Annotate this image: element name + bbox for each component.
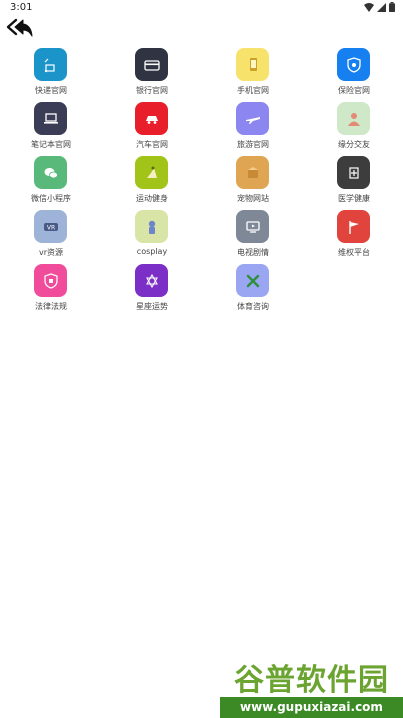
card-icon — [135, 48, 168, 81]
law-icon — [34, 264, 67, 297]
category-item[interactable]: 星座运势 — [118, 261, 186, 321]
category-item[interactable]: cosplay — [118, 207, 186, 267]
grid-row: 法律法规 星座运势 体育咨询 — [0, 261, 403, 321]
flag-icon — [337, 210, 370, 243]
category-label: 宠物网站 — [237, 194, 269, 203]
category-item[interactable]: 医学健康 — [320, 153, 388, 213]
svg-text:VR: VR — [46, 224, 54, 231]
category-item[interactable]: VR vr资源 — [17, 207, 85, 267]
category-label: 运动健身 — [136, 194, 168, 203]
watermark-logo-text: 谷普软件园 — [220, 655, 403, 698]
vr-icon: VR — [34, 210, 67, 243]
category-item[interactable]: 汽车官网 — [118, 99, 186, 159]
plane-icon — [236, 102, 269, 135]
category-item[interactable]: 银行官网 — [118, 45, 186, 105]
watermark: 谷普软件园 www.gupuxiazai.com — [220, 655, 403, 718]
category-item[interactable]: 宠物网站 — [219, 153, 287, 213]
category-label: 法律法规 — [35, 302, 67, 311]
watermark-url: www.gupuxiazai.com — [220, 697, 403, 718]
grid-row: 笔记本官网 汽车官网 旅游官网 缘分交友 — [0, 99, 403, 159]
category-item[interactable]: 微信小程序 — [17, 153, 85, 213]
status-icons — [364, 2, 395, 12]
car-icon — [135, 102, 168, 135]
category-label: 星座运势 — [136, 302, 168, 311]
category-label: 维权平台 — [338, 248, 370, 257]
category-label: 汽车官网 — [136, 140, 168, 149]
category-item[interactable]: 体育咨询 — [219, 261, 287, 321]
wechat-icon — [34, 156, 67, 189]
category-label: 银行官网 — [136, 86, 168, 95]
category-label: 缘分交友 — [338, 140, 370, 149]
category-item[interactable]: 电视剧情 — [219, 207, 287, 267]
category-item[interactable]: 缘分交友 — [320, 99, 388, 159]
delivery-icon — [34, 48, 67, 81]
category-label: 笔记本官网 — [31, 140, 71, 149]
category-label: 旅游官网 — [237, 140, 269, 149]
category-label: 手机官网 — [237, 86, 269, 95]
category-item[interactable]: 法律法规 — [17, 261, 85, 321]
status-bar: 3:01 — [0, 0, 403, 16]
category-label: 微信小程序 — [31, 194, 71, 203]
category-item[interactable]: 维权平台 — [320, 207, 388, 267]
grid-row: VR vr资源 cosplay 电视剧情 维权平台 — [0, 207, 403, 267]
category-item[interactable]: 旅游官网 — [219, 99, 287, 159]
pet-icon — [236, 156, 269, 189]
category-label: 保险官网 — [338, 86, 370, 95]
category-label: 医学健康 — [338, 194, 370, 203]
category-item[interactable]: 笔记本官网 — [17, 99, 85, 159]
category-item[interactable]: 运动健身 — [118, 153, 186, 213]
category-item[interactable]: 保险官网 — [320, 45, 388, 105]
category-label: cosplay — [136, 247, 168, 256]
category-item[interactable]: 手机官网 — [219, 45, 287, 105]
friends-icon — [337, 102, 370, 135]
battery-icon — [389, 2, 395, 12]
category-item[interactable]: 快递官网 — [17, 45, 85, 105]
medical-icon — [337, 156, 370, 189]
wifi-icon — [364, 2, 374, 12]
phone-icon — [236, 48, 269, 81]
category-label: vr资源 — [38, 248, 64, 257]
category-label: 体育咨询 — [237, 302, 269, 311]
tv-icon — [236, 210, 269, 243]
status-time: 3:01 — [10, 2, 33, 13]
star-icon — [135, 264, 168, 297]
signal-icon — [377, 2, 386, 12]
grid-row: 微信小程序 运动健身 宠物网站 医学健康 — [0, 153, 403, 213]
category-label: 快递官网 — [35, 86, 67, 95]
category-label: 电视剧情 — [237, 248, 269, 257]
fitness-icon — [135, 156, 168, 189]
shield-icon — [337, 48, 370, 81]
back-button[interactable] — [6, 17, 34, 39]
reply-all-icon — [6, 18, 33, 37]
laptop-icon — [34, 102, 67, 135]
cosplay-icon — [135, 210, 168, 243]
grid-row: 快递官网 银行官网 手机官网 保险官网 — [0, 45, 403, 105]
sports-icon — [236, 264, 269, 297]
